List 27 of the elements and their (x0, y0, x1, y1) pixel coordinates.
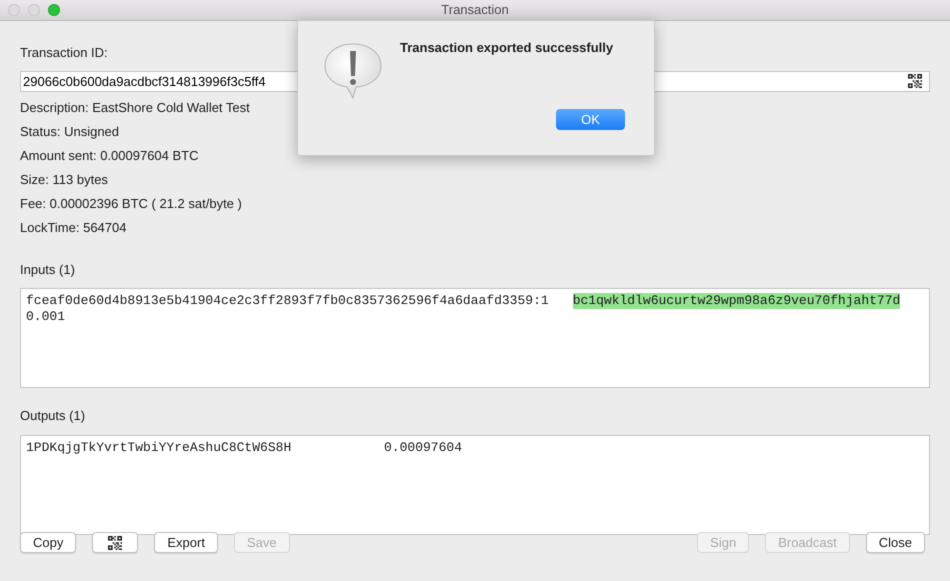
amount-text: 0.001 (26, 309, 66, 324)
action-button[interactable]: Copy (20, 532, 76, 553)
qr-code-icon (108, 536, 122, 550)
dialog-message: Transaction exported successfully (400, 39, 614, 57)
window-title: Transaction (441, 2, 509, 18)
amount-text: 0.00097604 (384, 440, 462, 456)
section-label: Inputs (1) (20, 262, 75, 278)
close-window-button[interactable] (8, 4, 20, 16)
minimize-window-button[interactable] (28, 4, 40, 16)
detail-text: Amount sent: 0.00097604 BTC (20, 148, 199, 164)
action-button[interactable]: Export (154, 532, 218, 553)
ok-button[interactable]: OK (556, 109, 625, 130)
qr-code-icon (908, 74, 922, 88)
field-label: Transaction ID: (20, 45, 108, 61)
zoom-window-button[interactable] (48, 4, 60, 16)
detail-text: Status: Unsigned (20, 124, 120, 140)
outpoint-text: fceaf0de60d4b8913e5b41904ce2c3ff2893f7fb0c8357362596f4a6daafd3359:1 (26, 293, 549, 309)
detail-text: Fee: 0.00002396 BTC ( 21.2 sat/byte ) (20, 196, 242, 212)
action-button[interactable]: Close (866, 532, 925, 553)
detail-text: Description: EastShore Cold Wallet Test (20, 100, 250, 116)
section-label: Outputs (1) (20, 408, 86, 424)
warning-bubble-icon (324, 43, 382, 99)
detail-text: LockTime: 564704 (20, 220, 126, 236)
detail-text: Size: 113 bytes (20, 172, 108, 188)
qr-code-button[interactable] (92, 532, 138, 553)
address-text: 1PDKqjgTkYvrtTwbiYYreAshuC8CtW6S8H (26, 440, 292, 456)
address-text: bc1qwkldlw6ucurtw29wpm98a6z9veu70fhjaht77d (572, 293, 900, 309)
